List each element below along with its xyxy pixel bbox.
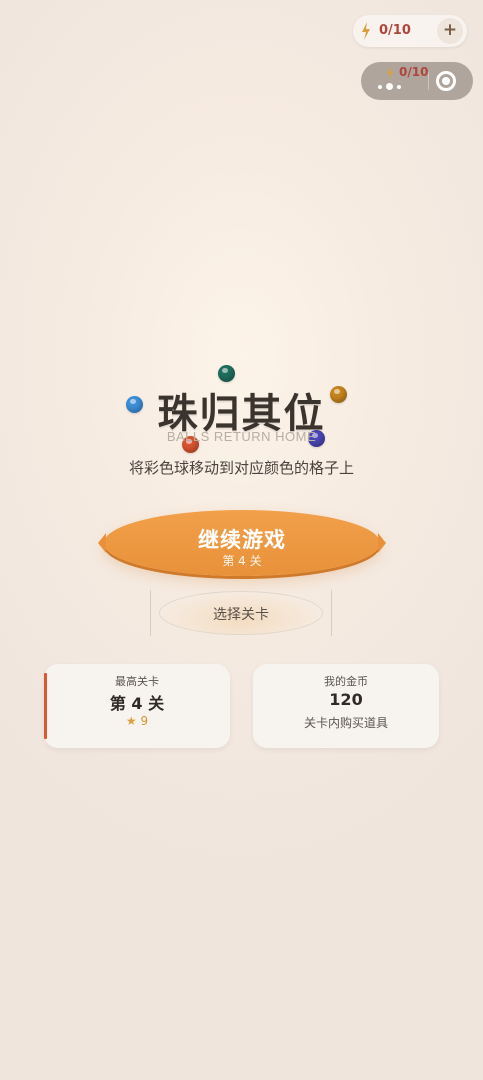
coins-value: 120 <box>329 690 363 709</box>
star-count: ★ 9 <box>44 714 230 728</box>
energy-counter: 0/10 + <box>353 15 467 47</box>
star-icon: ★ <box>125 714 137 728</box>
capsule-divider <box>428 72 429 90</box>
best-level-title: 最高关卡 <box>115 675 159 688</box>
current-level-label: 第 4 关 <box>222 554 262 568</box>
game-description: 将彩色球移动到对应颜色的格子上 <box>128 459 354 477</box>
add-energy-button[interactable]: + <box>437 18 463 44</box>
more-menu-icon[interactable] <box>378 76 408 90</box>
continue-game-button[interactable]: 继续游戏 第 4 关 <box>98 510 386 576</box>
select-level-label: 选择关卡 <box>213 607 269 623</box>
star-count-value: 9 <box>140 714 149 728</box>
best-level-value: 第 4 关 <box>109 694 165 713</box>
select-level-button[interactable]: 选择关卡 <box>150 590 332 636</box>
lightning-icon <box>362 22 370 40</box>
energy-count: 0/10 <box>379 23 411 38</box>
coins-card: 我的金币 120 关卡内购买道具 <box>253 664 439 748</box>
mini-program-capsule: 0/10 <box>361 62 473 100</box>
close-mini-program-icon[interactable] <box>436 71 456 91</box>
best-level-card: 最高关卡 第 4 关 ★ 9 <box>44 664 230 748</box>
game-subtitle: BALLS RETURN HOME <box>166 429 317 444</box>
coins-title: 我的金币 <box>324 675 368 688</box>
teal-ball <box>218 365 235 382</box>
continue-game-label: 继续游戏 <box>198 528 286 552</box>
coins-note: 关卡内购买道具 <box>303 716 388 730</box>
